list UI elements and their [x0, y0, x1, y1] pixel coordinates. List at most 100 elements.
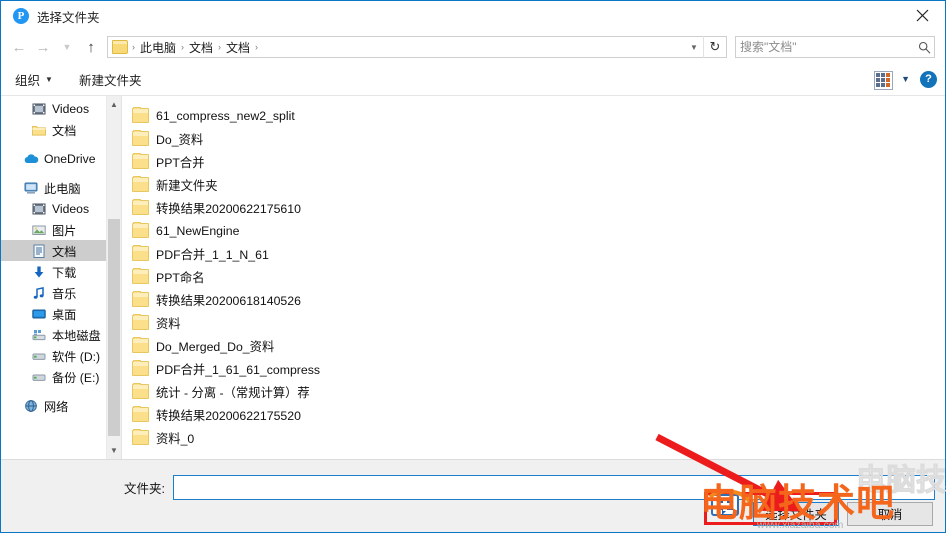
videos-icon: [31, 101, 47, 117]
file-grid: 61_compress_new2_split Do_资料 PPT合并新建文件夹转换结…: [122, 104, 945, 459]
sidebar-item-11[interactable]: 软件 (D:): [1, 345, 121, 366]
breadcrumb-item-0[interactable]: 此电脑: [137, 39, 179, 56]
sidebar-item-10[interactable]: 本地磁盘: [1, 324, 121, 345]
file-item[interactable]: PDF合并_1_1_N_61: [130, 242, 360, 265]
title-bar: P 选择文件夹: [1, 1, 945, 31]
file-name: Do_资料: [156, 132, 204, 147]
sidebar-item-label: 下载: [52, 265, 77, 280]
back-arrow-icon[interactable]: ←: [7, 35, 31, 59]
breadcrumb-item-1[interactable]: 文档: [186, 39, 216, 56]
sidebar-item-6[interactable]: 文档: [1, 240, 121, 261]
app-logo-icon: P: [13, 8, 29, 24]
watermark-url: www.xiazaiba.com: [757, 519, 844, 531]
videos-icon: [31, 201, 47, 217]
file-item[interactable]: PDF合并_1_61_61_compress: [130, 357, 360, 380]
sidebar-item-9[interactable]: 桌面: [1, 303, 121, 324]
file-item[interactable]: Do_资料: [130, 127, 360, 150]
computer-icon: [23, 180, 39, 196]
breadcrumb-separator: ›: [218, 42, 222, 52]
breadcrumb-bar[interactable]: › 此电脑 › 文档 › 文档 › ▼ ↻: [107, 36, 727, 58]
file-name: PDF合并_1_1_N_61: [156, 247, 269, 262]
sidebar-item-label: 本地磁盘: [52, 328, 101, 343]
organize-button[interactable]: 组织 ▼: [15, 70, 53, 89]
folder-icon: [132, 222, 149, 238]
sidebar-item-label: Videos: [52, 201, 90, 216]
file-item[interactable]: PPT命名: [130, 265, 360, 288]
pictures-icon: [31, 222, 47, 238]
address-dropdown-icon[interactable]: ▼: [685, 37, 703, 57]
sidebar-item-3[interactable]: 此电脑: [1, 177, 121, 198]
file-item[interactable]: 61_NewEngine: [130, 219, 360, 242]
folder-icon: [132, 153, 149, 169]
view-dropdown-icon[interactable]: ▼: [901, 74, 910, 84]
folder-icon: [132, 314, 149, 330]
folder-icon: [132, 406, 149, 422]
file-item[interactable]: 转换结果20200618140526: [130, 288, 360, 311]
file-item[interactable]: 转换结果20200622175520: [130, 403, 360, 426]
file-item[interactable]: 新建文件夹: [130, 173, 360, 196]
network-icon: [23, 398, 39, 414]
sidebar-item-13[interactable]: 网络: [1, 395, 121, 416]
scrollbar-thumb[interactable]: [108, 219, 120, 436]
sidebar-item-label: 此电脑: [44, 181, 81, 196]
dialog-body: Videos 文档 OneDrive 此电脑 Videos 图片 文档 下载 音乐 桌面 本地磁盘软…: [1, 95, 945, 459]
scroll-down-icon[interactable]: ▼: [107, 442, 121, 459]
sidebar-item-label: 桌面: [52, 307, 77, 322]
sidebar-item-label: 软件 (D:): [52, 349, 101, 364]
navigation-pane: Videos 文档 OneDrive 此电脑 Videos 图片 文档 下载 音乐 桌面 本地磁盘软…: [1, 96, 121, 459]
sidebar-item-5[interactable]: 图片: [1, 219, 121, 240]
search-box[interactable]: [735, 36, 935, 58]
new-folder-button[interactable]: 新建文件夹: [79, 70, 142, 89]
sidebar-item-8[interactable]: 音乐: [1, 282, 121, 303]
refresh-icon[interactable]: ↻: [703, 36, 726, 58]
folder-icon: [132, 245, 149, 261]
forward-arrow-icon[interactable]: →: [31, 35, 55, 59]
file-item[interactable]: Do_Merged_Do_资料: [130, 334, 360, 357]
sidebar-item-7[interactable]: 下载: [1, 261, 121, 282]
folder-icon: [132, 291, 149, 307]
folder-icon: [132, 199, 149, 215]
breadcrumb: › 此电脑 › 文档 › 文档 ›: [108, 39, 685, 56]
file-name: 转换结果20200618140526: [156, 293, 301, 308]
sidebar-item-label: OneDrive: [44, 151, 96, 166]
file-item[interactable]: 资料: [130, 311, 360, 334]
file-name: PPT合并: [156, 155, 205, 170]
help-icon[interactable]: ?: [920, 70, 937, 88]
sidebar-item-0[interactable]: Videos: [1, 98, 121, 119]
up-arrow-icon[interactable]: ↑: [79, 35, 103, 59]
folder-icon: [112, 40, 128, 54]
folder-icon: [132, 268, 149, 284]
scroll-up-icon[interactable]: ▲: [107, 96, 121, 113]
folder-picker-dialog: P 选择文件夹 ← → ▼ ↑ › 此电脑 › 文档 › 文档 › ▼ ↻ 搜索…: [0, 0, 946, 533]
file-name: 新建文件夹: [156, 178, 218, 193]
file-item[interactable]: 61_compress_new2_split: [130, 104, 360, 127]
sidebar-item-4[interactable]: Videos: [1, 198, 121, 219]
file-item[interactable]: 资料_0: [130, 426, 360, 449]
file-item[interactable]: PPT合并: [130, 150, 360, 173]
file-list-pane[interactable]: 61_compress_new2_split Do_资料 PPT合并新建文件夹转换结…: [121, 96, 945, 459]
search-icon: [914, 41, 934, 54]
folder-icon: [132, 383, 149, 399]
sidebar-item-1[interactable]: 文档: [1, 119, 121, 140]
sidebar-item-label: 网络: [44, 399, 69, 414]
sidebar-item-2[interactable]: OneDrive: [1, 148, 121, 169]
file-item[interactable]: 转换结果20200622175610: [130, 196, 360, 219]
folder-label: 文件夹:: [124, 481, 165, 496]
sidebar-item-12[interactable]: 备份 (E:): [1, 366, 121, 387]
navigation-list: Videos 文档 OneDrive 此电脑 Videos 图片 文档 下载 音乐 桌面 本地磁盘软…: [1, 96, 121, 416]
organize-label: 组织: [15, 73, 41, 88]
breadcrumb-separator: ›: [181, 42, 185, 52]
desktop-icon: [31, 306, 47, 322]
sidebar-item-label: 备份 (E:): [52, 370, 100, 385]
drive-icon: [31, 369, 47, 385]
file-item[interactable]: 统计 - 分离 -（常规计算）荐: [130, 380, 360, 403]
folder-icon: [132, 130, 149, 146]
history-dropdown-icon[interactable]: ▼: [55, 35, 79, 59]
view-grid-icon[interactable]: [874, 70, 894, 90]
breadcrumb-item-2[interactable]: 文档: [223, 39, 253, 56]
close-icon[interactable]: [899, 1, 945, 30]
search-input[interactable]: [736, 40, 914, 54]
navigation-scrollbar[interactable]: ▲ ▼: [106, 96, 121, 459]
